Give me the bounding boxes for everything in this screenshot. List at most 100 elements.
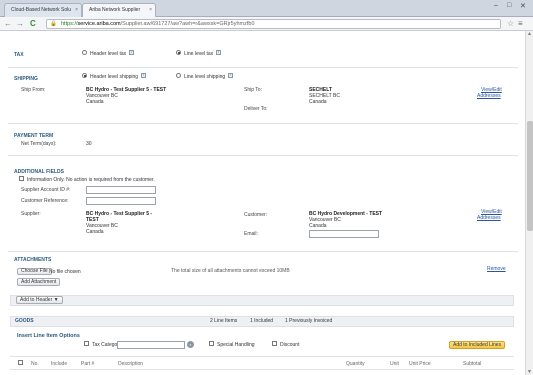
tax-line-option[interactable]: Line level tax i [176, 50, 222, 57]
additional-title: ADDITIONAL FIELDS [14, 169, 64, 175]
choose-file-button[interactable]: Choose File [17, 268, 52, 275]
tab-cloud-network[interactable]: Cloud-Based Network Solu × [4, 3, 82, 17]
supplier-account-label: Supplier Account ID #: [21, 187, 71, 193]
info-icon[interactable]: i [129, 50, 135, 56]
divider [8, 155, 518, 156]
add-to-included-lines-button[interactable]: Add to Included Lines [449, 341, 506, 349]
tab-ariba-supplier[interactable]: Ariba Network Supplier × [82, 3, 156, 17]
tax-line-radio[interactable] [176, 50, 181, 56]
scroll-up-icon[interactable]: ▲ [527, 31, 532, 37]
shipping-line-option[interactable]: Line level shipping i [176, 73, 234, 80]
col-subtotal: Subtotal [463, 361, 482, 367]
net-term-value: 30 [86, 141, 92, 147]
close-tab-icon[interactable]: × [149, 4, 152, 17]
back-icon[interactable]: ← [4, 19, 12, 28]
email-input[interactable] [309, 230, 379, 238]
goods-title: GOODS [15, 318, 34, 324]
divider [10, 356, 514, 357]
tax-header-radio[interactable] [82, 50, 87, 56]
goods-line-items: 2 Line Items [210, 318, 238, 324]
col-no: No. [31, 361, 39, 367]
shipping-header-label: Header level shipping [90, 74, 139, 80]
col-description: Description [118, 361, 144, 367]
remove-link[interactable]: Remove [487, 266, 506, 272]
tax-line-label: Line level tax [184, 51, 214, 57]
select-all-option[interactable] [18, 360, 26, 367]
tax-category-select[interactable] [117, 341, 185, 349]
attachment-size-note: The total size of all attachments cannot… [171, 268, 290, 274]
special-handling-checkbox[interactable] [209, 341, 214, 347]
close-tab-icon[interactable]: × [75, 4, 78, 17]
info-only-label: Information Only. No action is required … [27, 177, 155, 183]
supplier-label: Supplier: [21, 211, 41, 217]
scroll-down-icon[interactable]: ▼ [527, 369, 532, 375]
addresses-link[interactable]: Addresses [477, 215, 501, 221]
info-only-checkbox[interactable] [19, 176, 24, 182]
col-part: Part # [81, 361, 95, 367]
tax-header-option[interactable]: Header level tax i [82, 50, 135, 57]
url-host: service.ariba.com [77, 21, 121, 27]
supplier-account-input[interactable] [86, 186, 156, 194]
discount-label: Discount [280, 342, 300, 348]
maximize-icon[interactable]: □ [507, 2, 511, 9]
col-quantity: Quantity [346, 361, 365, 367]
divider [10, 369, 514, 370]
shipping-header-radio[interactable] [82, 73, 87, 79]
no-file-text: No file chosen [49, 269, 81, 275]
special-handling-option[interactable]: Special Handling [209, 341, 255, 348]
url-field[interactable]: 🔒 https://service.ariba.com/Supplier.aw/… [46, 19, 501, 29]
email-label: Email: [244, 231, 258, 237]
goods-previously-invoiced: 1 Previously Invoiced [285, 318, 333, 324]
special-handling-label: Special Handling [217, 342, 255, 348]
addresses-link[interactable]: Addresses [477, 93, 501, 99]
customer-reference-label: Customer Reference: [21, 198, 69, 204]
payment-title: PAYMENT TERM [14, 133, 54, 139]
shipping-title: SHIPPING [14, 76, 38, 82]
menu-icon[interactable]: ≡ [518, 19, 523, 28]
info-icon[interactable]: i [228, 73, 234, 79]
divider [8, 251, 518, 252]
select-all-checkbox[interactable] [18, 360, 23, 366]
page-content: TAX Header level tax i Line level tax i SH… [0, 31, 525, 375]
info-icon[interactable]: i [216, 50, 222, 56]
ship-to-label: Ship To: [244, 87, 262, 93]
info-only-option[interactable]: Information Only. No action is required … [19, 176, 155, 183]
deliver-to-label: Deliver To: [244, 106, 268, 112]
discount-option[interactable]: Discount [272, 341, 300, 348]
col-unit: Unit [390, 361, 399, 367]
divider [8, 67, 518, 68]
net-term-label: Net Term(days): [21, 141, 57, 147]
lock-icon: 🔒 [50, 21, 57, 27]
forward-icon[interactable]: → [16, 19, 24, 28]
tax-title: TAX [14, 52, 24, 58]
attachments-title: ATTACHMENTS [14, 257, 52, 263]
divider [8, 123, 518, 124]
reload-icon[interactable]: C [30, 19, 36, 28]
search-icon[interactable]: ⌕ [187, 341, 194, 348]
shipping-line-radio[interactable] [176, 73, 181, 79]
col-unit-price: Unit Price [409, 361, 431, 367]
customer-country: Canada [309, 223, 327, 229]
info-icon[interactable]: i [141, 73, 147, 79]
col-include: Include [51, 361, 68, 367]
goods-included: 1 Included [250, 318, 274, 324]
tax-category-checkbox[interactable] [84, 341, 89, 347]
shipping-line-label: Line level shipping [184, 74, 226, 80]
add-attachment-button[interactable]: Add Attachment [17, 278, 61, 286]
customer-label: Customer: [244, 212, 268, 218]
shipping-header-option[interactable]: Header level shipping i [82, 73, 147, 80]
bookmark-star-icon[interactable]: ☆ [507, 19, 514, 28]
tab-label: Cloud-Based Network Solu [11, 7, 72, 13]
address-bar: ← → C 🔒 https://service.ariba.com/Suppli… [0, 17, 533, 31]
discount-checkbox[interactable] [272, 341, 277, 347]
ship-from-label: Ship From: [21, 87, 46, 93]
page-scrollbar[interactable]: ▲ ▼ [525, 31, 533, 375]
scrollbar-thumb[interactable] [527, 121, 533, 231]
minimize-icon[interactable]: – [494, 2, 498, 9]
url-path: /Supplier.aw/691727/aw?awh=r&awssk=GRjr5… [120, 21, 255, 27]
supplier-country: Canada [86, 229, 104, 235]
customer-reference-input[interactable] [86, 197, 156, 205]
add-to-header-button[interactable]: Add to Header ▼ [16, 296, 63, 304]
tab-label: Ariba Network Supplier [89, 7, 141, 13]
close-window-icon[interactable]: ✕ [520, 2, 526, 10]
